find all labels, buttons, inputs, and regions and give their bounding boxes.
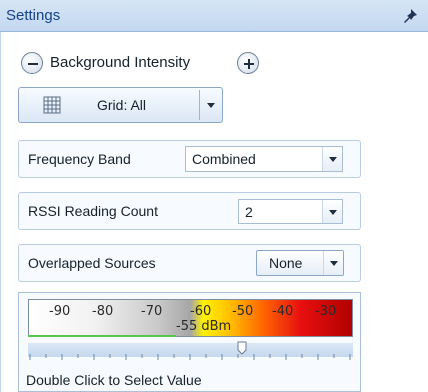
grid-button-label: Grid: All <box>97 97 147 113</box>
frequency-band-row: Frequency Band Combined <box>18 140 361 178</box>
panel-title: Settings <box>6 7 61 24</box>
panel-titlebar: Settings <box>0 0 428 32</box>
rssi-reading-count-row: RSSI Reading Count 2 <box>18 192 361 230</box>
grid-icon <box>43 96 61 114</box>
scale-label: -50 <box>232 304 254 319</box>
decrease-intensity-button[interactable] <box>21 52 43 74</box>
pin-icon[interactable] <box>400 7 420 25</box>
increase-intensity-button[interactable] <box>237 52 259 74</box>
scale-label: -90 <box>49 304 71 319</box>
frequency-band-value: Combined <box>192 151 256 167</box>
frequency-band-label: Frequency Band <box>28 151 131 167</box>
rssi-reading-count-label: RSSI Reading Count <box>28 203 158 219</box>
frequency-band-select[interactable]: Combined <box>185 146 343 172</box>
slider-hint: Double Click to Select Value <box>26 372 202 388</box>
overlapped-sources-value: None <box>269 255 303 271</box>
chevron-down-icon <box>207 103 215 108</box>
rssi-reading-count-value: 2 <box>245 204 253 220</box>
intensity-slider-panel: -90 -80 -70 -60 -50 -40 -30 -55 dBm Doub… <box>18 292 361 392</box>
scale-label: -60 <box>190 304 212 319</box>
intensity-value-readout: -55 dBm <box>176 319 232 334</box>
intensity-indicator-line <box>28 335 176 337</box>
chevron-down-icon <box>329 209 337 215</box>
scale-label: -40 <box>272 304 294 319</box>
chevron-down-icon <box>330 261 338 266</box>
scale-label: -70 <box>141 304 163 319</box>
settings-panel: Settings Background Intensity Grid: All … <box>0 0 428 392</box>
panel-body: Background Intensity Grid: All Frequency… <box>0 32 428 392</box>
scale-label: -80 <box>92 304 114 319</box>
chevron-down-icon <box>329 157 337 162</box>
overlapped-sources-row: Overlapped Sources None <box>18 244 361 282</box>
slider-thumb-icon[interactable] <box>237 341 247 355</box>
plus-icon <box>244 59 254 69</box>
slider-ticks <box>29 354 351 360</box>
scale-label: -30 <box>315 304 337 319</box>
overlapped-sources-dropdown[interactable] <box>323 251 343 275</box>
overlapped-sources-select[interactable]: None <box>256 250 344 276</box>
rssi-reading-count-select[interactable]: 2 <box>238 199 343 224</box>
grid-dropdown-toggle[interactable] <box>200 88 222 122</box>
background-intensity-label: Background Intensity <box>50 54 191 71</box>
frequency-band-dropdown[interactable] <box>322 147 342 171</box>
overlapped-sources-label: Overlapped Sources <box>28 255 156 271</box>
minus-icon <box>28 63 38 65</box>
rssi-reading-count-dropdown[interactable] <box>322 200 342 223</box>
grid-split-button[interactable]: Grid: All <box>18 87 223 123</box>
